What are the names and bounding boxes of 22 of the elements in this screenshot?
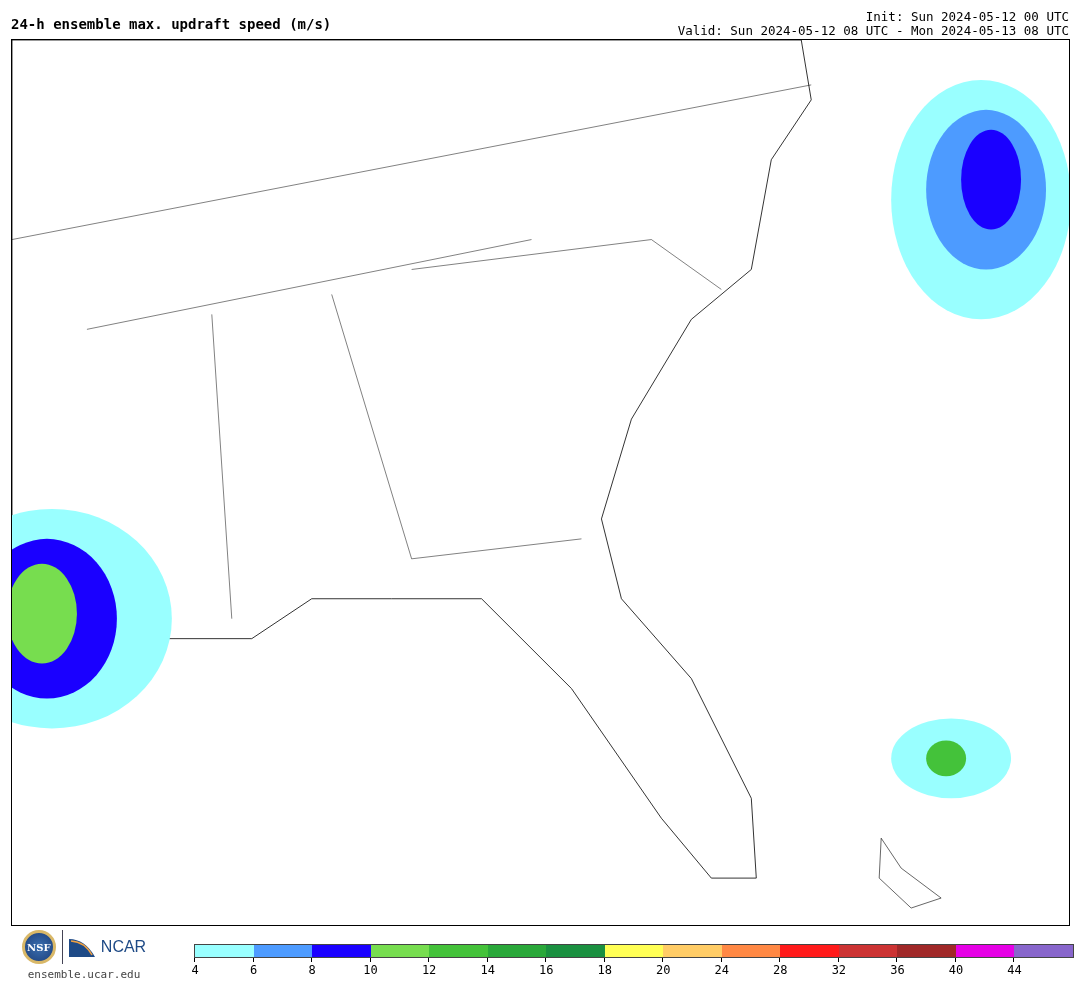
scale-label: 8 (308, 963, 316, 977)
scale-label: 44 (1007, 963, 1022, 977)
site-url: ensemble.ucar.edu (27, 968, 141, 981)
scale-label: 6 (249, 963, 258, 977)
valid-period: Valid: Sun 2024-05-12 08 UTC - Mon 2024-05-13 08 UTC (677, 24, 1069, 38)
chart-title: 24-h ensemble max. updraft speed (m/s) (11, 16, 332, 32)
scale-label: 4 (191, 963, 199, 977)
scale-label: 32 (831, 963, 847, 977)
scale-label: 20 (656, 963, 671, 977)
scale-label: 12 (421, 963, 437, 977)
scale-label: 24 (714, 963, 729, 977)
scale-label: 28 (773, 963, 788, 977)
org-logo-text: NCAR (100, 938, 147, 956)
scale-label: 16 (538, 963, 554, 977)
arc-logo-icon (68, 937, 95, 957)
scale-label: 40 (948, 963, 964, 977)
scale-label: 36 (890, 963, 905, 977)
scale-label: 14 (480, 963, 495, 977)
scale-label: 10 (363, 963, 378, 977)
seal-logo: NSF (21, 930, 56, 964)
scale-label: 18 (597, 963, 612, 977)
init-time: Init: Sun 2024-05-12 00 UTC (865, 10, 1069, 24)
